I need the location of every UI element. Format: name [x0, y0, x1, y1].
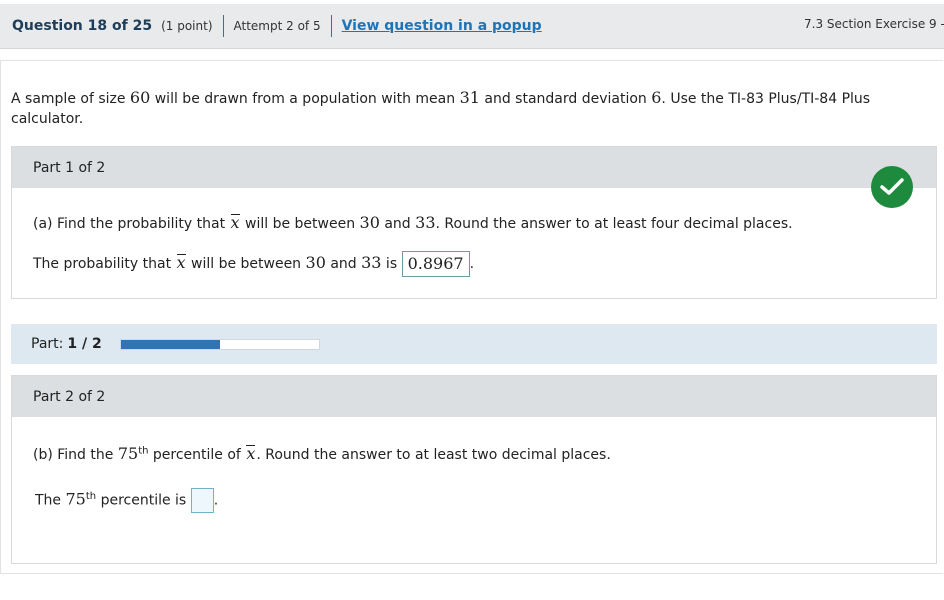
answer-text: . [213, 492, 219, 509]
part-2-header: Part 2 of 2 [12, 376, 936, 417]
part-1-question: (a) Find the probability that x will be … [33, 213, 793, 232]
progress-value: 1 / 2 [67, 336, 102, 352]
section-reference: 7.3 Section Exercise 9 - 14 [804, 17, 944, 31]
question-text: . Round the answer to at least two decim… [256, 447, 611, 463]
x-bar-symbol: x [246, 444, 256, 463]
lower-bound: 30 [359, 213, 380, 232]
ordinal-suffix: th [138, 445, 149, 457]
population-mean: 31 [459, 88, 480, 107]
part-2-answer-line: The 75th percentile is . [35, 488, 218, 513]
stem-text: will be drawn from a population with mea… [150, 91, 460, 107]
question-text: and [379, 216, 416, 232]
question-header-bar: Question 18 of 25 (1 point) Attempt 2 of… [0, 4, 944, 49]
progress-track [119, 338, 320, 350]
checkmark-icon [880, 178, 904, 195]
upper-bound: 33 [415, 213, 436, 232]
question-text: will be between [240, 216, 360, 232]
answer-text: percentile is [96, 492, 191, 509]
x-bar-symbol: x [176, 253, 186, 272]
progress-label-text: Part: [31, 336, 64, 352]
question-text: . Round the answer to at least four deci… [435, 216, 793, 232]
part-1-answer-field[interactable]: 0.8967 [401, 251, 470, 277]
x-bar-symbol: x [230, 213, 240, 232]
stem-text: A sample of size [11, 91, 130, 107]
question-stem: A sample of size 60 will be drawn from a… [11, 88, 911, 129]
percentile-value: 75 [65, 489, 86, 509]
part-1-answer-line: The probability that x will be between 3… [33, 251, 474, 277]
header-divider [330, 15, 332, 37]
answer-text: The probability that [33, 256, 176, 272]
question-points: (1 point) [161, 19, 213, 33]
lower-bound: 30 [305, 253, 326, 272]
upper-bound: 33 [361, 253, 382, 272]
part-2-answer-input[interactable] [190, 488, 214, 513]
answer-text: and [325, 256, 362, 272]
percentile-value: 75 [117, 444, 139, 463]
stem-text: and standard deviation [479, 91, 652, 107]
part-1-panel: Part 1 of 2 (a) Find the probability tha… [11, 146, 937, 299]
part-1-header: Part 1 of 2 [12, 147, 936, 188]
progress-label: Part: 1 / 2 [31, 336, 102, 352]
answer-text: The [35, 492, 66, 509]
progress-fill [120, 339, 220, 349]
question-text: (a) Find the probability that [33, 216, 230, 232]
question-text: percentile of [148, 447, 246, 463]
part-2-panel: Part 2 of 2 (b) Find the 75th percentile… [11, 375, 937, 564]
part-2-question: (b) Find the 75th percentile of x. Round… [33, 444, 611, 463]
ordinal-suffix: th [85, 490, 97, 502]
standard-deviation: 6 [651, 88, 662, 107]
question-text: (b) Find the [33, 447, 118, 463]
answer-text: will be between [186, 256, 306, 272]
question-number: Question 18 of 25 [12, 18, 153, 34]
view-popup-link[interactable]: View question in a popup [342, 18, 542, 34]
answer-text: is [381, 256, 402, 272]
check-circle-icon [871, 166, 913, 208]
sample-size: 60 [129, 88, 151, 107]
answer-text: . [469, 256, 475, 272]
header-divider [222, 15, 224, 37]
attempt-counter: Attempt 2 of 5 [233, 19, 321, 33]
part-progress-bar: Part: 1 / 2 [11, 324, 937, 364]
